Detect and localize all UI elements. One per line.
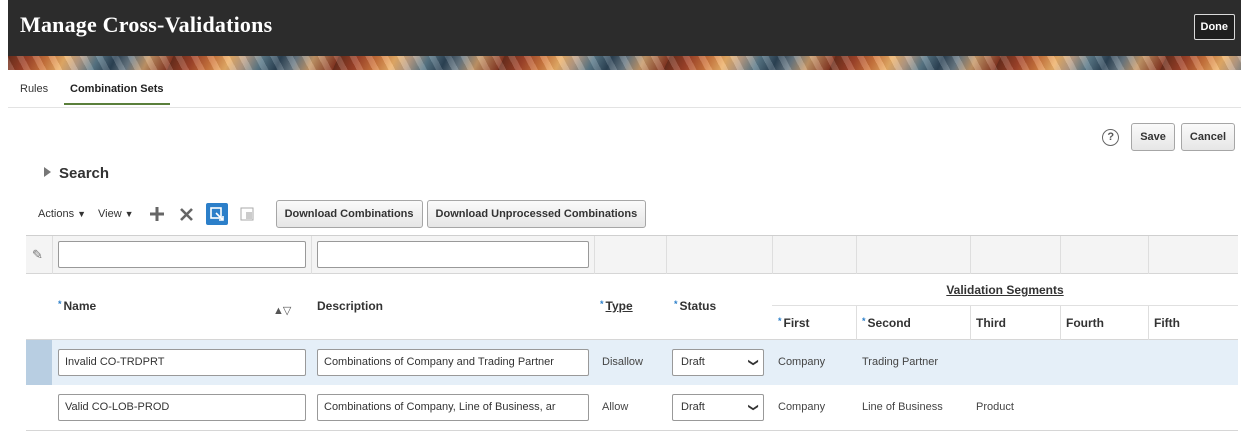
column-divider [970,306,971,340]
tab-bar: Rules Combination Sets [8,78,1241,108]
first-column-header[interactable]: * First [778,316,810,330]
detach-icon[interactable] [236,203,258,225]
column-divider [1060,236,1061,274]
second-segment-value: Trading Partner [862,356,939,368]
tab-combination-sets[interactable]: Combination Sets [64,83,170,105]
column-divider [856,306,857,340]
expand-triangle-icon [44,167,51,177]
chevron-down-icon: ❯ [747,403,759,412]
save-button[interactable]: Save [1131,123,1175,151]
third-column-header[interactable]: Third [976,316,1006,330]
page-actions: ? Save Cancel [1102,123,1235,151]
combination-sets-table: ✎ * Name ▲▽ Description * Type * Status Val… [26,235,1238,435]
third-segment-value: Product [976,401,1014,413]
cancel-button[interactable]: Cancel [1180,123,1235,151]
column-divider [856,236,857,274]
caret-down-icon: ▼ [77,209,86,219]
validation-segments-header: Validation Segments [772,274,1238,306]
help-icon[interactable]: ? [1102,128,1120,146]
page-header: Manage Cross-Validations Done [8,0,1241,56]
first-segment-value: Company [778,356,826,368]
sort-icon[interactable]: ▲▽ [273,304,291,317]
name-input[interactable]: Invalid CO-TRDPRT [58,349,306,376]
first-segment-value: Company [778,401,826,413]
row-selector[interactable] [26,340,52,385]
delete-icon[interactable] [176,203,198,225]
description-input[interactable]: Combinations of Company, Line of Busines… [317,394,589,421]
description-filter-input[interactable] [317,241,589,268]
download-unprocessed-combinations-button[interactable]: Download Unprocessed Combinations [426,200,647,228]
search-section-toggle[interactable]: Search [44,165,109,182]
status-select[interactable]: Draft ❯ [672,349,764,376]
fifth-column-header[interactable]: Fifth [1154,316,1180,330]
page-title: Manage Cross-Validations [20,12,273,37]
column-divider [970,236,971,274]
type-value: Allow [602,401,629,413]
status-column-header[interactable]: * Status [674,299,716,313]
table-toolbar: Actions ▼ View ▼ Download Combinations Dow… [38,200,650,228]
description-column-header[interactable]: Description [317,299,383,313]
decorative-banner [8,56,1241,70]
query-by-example-icon[interactable] [205,203,228,225]
second-column-header[interactable]: * Second [862,316,911,330]
column-divider [1148,236,1149,274]
done-button[interactable]: Done [1193,14,1235,40]
view-menu[interactable]: View ▼ [98,208,134,220]
actions-menu[interactable]: Actions ▼ [38,208,86,220]
download-combinations-button[interactable]: Download Combinations [275,200,423,228]
chevron-down-icon: ❯ [747,358,759,367]
name-input[interactable]: Valid CO-LOB-PROD [58,394,306,421]
column-divider [1148,306,1149,340]
description-input[interactable]: Combinations of Company and Trading Part… [317,349,589,376]
search-label: Search [59,165,110,182]
table-bottom-border [26,430,1238,431]
add-icon[interactable] [146,203,168,225]
status-select[interactable]: Draft ❯ [672,394,764,421]
table-row[interactable]: Invalid CO-TRDPRT Combinations of Compan… [26,340,1238,385]
type-value: Disallow [602,356,643,368]
second-segment-value: Line of Business [862,401,943,413]
name-column-header[interactable]: * Name [58,299,96,313]
column-divider [1060,306,1061,340]
filter-row: ✎ [26,236,1238,274]
tab-rules[interactable]: Rules [20,83,48,95]
table-row[interactable]: Valid CO-LOB-PROD Combinations of Compan… [26,385,1238,430]
fourth-column-header[interactable]: Fourth [1066,316,1104,330]
table-header: * Name ▲▽ Description * Type * Status Valid… [26,274,1238,340]
name-filter-input[interactable] [58,241,306,268]
pencil-icon: ✎ [32,247,43,262]
type-column-header[interactable]: * Type [600,299,633,313]
caret-down-icon: ▼ [124,209,134,219]
